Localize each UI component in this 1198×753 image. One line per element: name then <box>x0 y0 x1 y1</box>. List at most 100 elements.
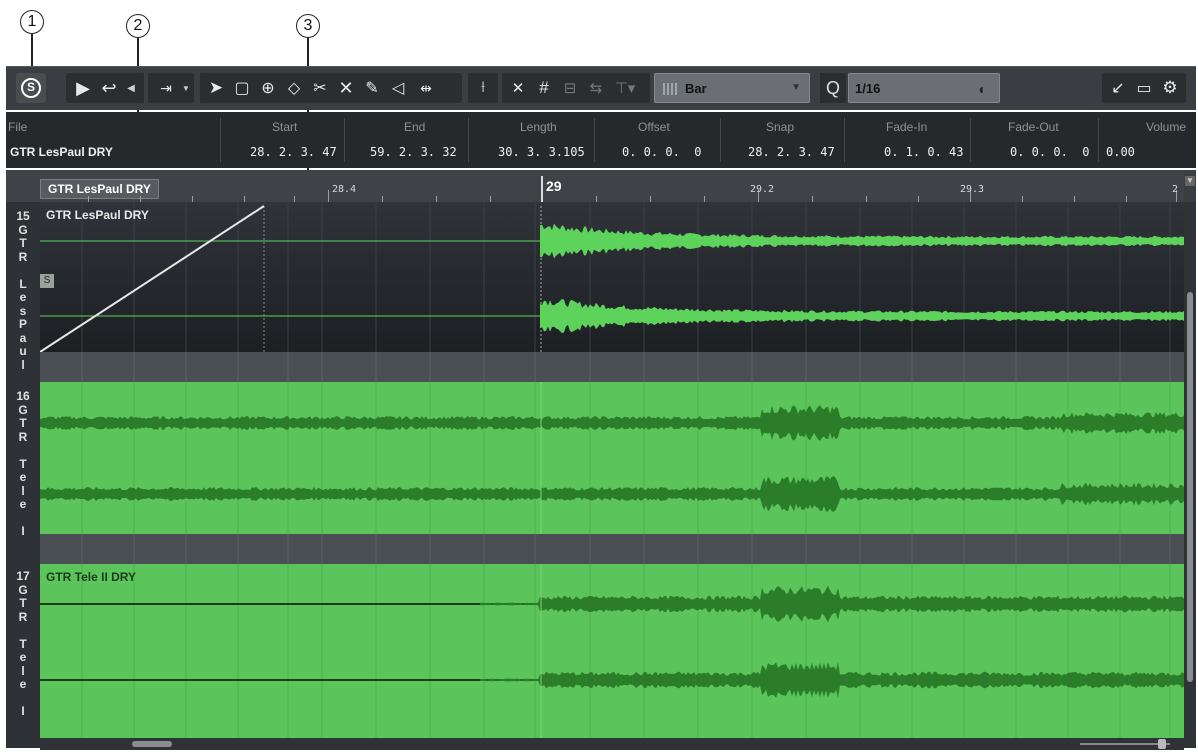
quantize-preset-icon: ◐ <box>978 81 987 97</box>
play-icon[interactable]: ▶ <box>72 73 94 103</box>
info-end-header: End <box>404 120 426 134</box>
track-letter: s <box>19 303 27 318</box>
chevron-down-icon[interactable]: ▼ <box>1185 176 1195 186</box>
fade-in-curve <box>40 205 265 352</box>
track-letter: G <box>18 222 28 237</box>
grid-type-select[interactable]: Bar ▼ <box>654 73 810 103</box>
grid-type-label: Bar <box>685 81 707 96</box>
track-letter: l <box>21 357 25 372</box>
warp-tool-icon[interactable]: ⇹ <box>412 73 440 103</box>
window-icon[interactable]: ▭ <box>1132 73 1156 103</box>
track-letter: R <box>18 609 28 624</box>
track-number: 15 <box>16 209 30 223</box>
transport-group: ▶ ↩ ◀ <box>66 73 144 103</box>
chevron-left-icon[interactable]: ◀ <box>124 73 138 103</box>
vertical-scrollbar[interactable] <box>1184 202 1196 748</box>
info-start[interactable]: Start 28. 2. 3. 47 <box>220 112 344 168</box>
ruler-label: 29.3 <box>960 184 985 195</box>
info-file-header: File <box>8 120 28 134</box>
info-fade-out[interactable]: Fade-Out 0. 0. 0. 0 <box>970 112 1098 168</box>
info-fade-out-value: 0. 0. 0. 0 <box>1010 145 1090 159</box>
info-file[interactable]: File GTR LesPaul DRY <box>6 112 220 168</box>
track-letter <box>6 692 40 706</box>
info-offset[interactable]: Offset 0. 0. 0. 0 <box>594 112 720 168</box>
quantize-button[interactable]: Q <box>820 73 846 103</box>
info-fade-out-header: Fade-Out <box>1008 120 1059 134</box>
track-letter: T <box>19 596 27 610</box>
track-letter: e <box>19 677 27 691</box>
event-title: GTR Tele II DRY <box>46 570 137 584</box>
horizontal-scroll-thumb[interactable] <box>132 741 172 747</box>
quantize-value: 1/16 <box>855 81 881 96</box>
track-16-label[interactable]: 16 G T R T e l e I <box>6 389 40 539</box>
callout-3: 3 <box>296 14 320 38</box>
erase-tool-icon[interactable]: ◇ <box>282 73 306 103</box>
info-fade-in[interactable]: Fade-In 0. 1. 0. 43 <box>844 112 970 168</box>
info-offset-value: 0. 0. 0. 0 <box>622 145 702 159</box>
info-start-value: 28. 2. 3. 47 <box>250 145 337 159</box>
grid-relative-icon[interactable]: ⊟ <box>558 73 582 103</box>
track-letter: e <box>19 290 27 304</box>
info-volume-value: 0.00 <box>1106 145 1135 159</box>
snap-icon[interactable]: ✕ <box>506 73 530 103</box>
tools-group: ➤ ▢ ⊕ ◇ ✂ ✕ ✎ ◁ ⇹ <box>200 73 462 103</box>
info-length-header: Length <box>520 120 557 134</box>
track-letter: l <box>21 663 25 678</box>
track-17-label[interactable]: 17 G T R T e l e I <box>6 569 40 719</box>
waveform-band <box>480 662 1184 698</box>
track-letter: e <box>19 497 27 511</box>
zoom-tool-icon[interactable]: ⊕ <box>256 73 280 103</box>
track-number: 16 <box>16 389 30 403</box>
zoom-slider-track[interactable] <box>1080 743 1170 745</box>
track-strip: 15 G T R L e s P a u l 16 G T R T e l e … <box>6 202 40 748</box>
info-snap-value: 28. 2. 3. 47 <box>748 145 835 159</box>
info-end[interactable]: End 59. 2. 3. 32 <box>344 112 468 168</box>
track-letter: e <box>19 470 27 484</box>
scissors-tool-icon[interactable]: ✂ <box>308 73 332 103</box>
ruler[interactable]: GTR LesPaul DRY 28.4 29 29.2 29.3 2 <box>6 170 1184 202</box>
track-17-waveform <box>40 564 1184 744</box>
track-letter: e <box>19 650 27 664</box>
grid-icon[interactable]: # <box>532 73 556 103</box>
range-tool-icon[interactable]: ▢ <box>230 73 254 103</box>
loop-icon[interactable]: ↩ <box>96 73 122 103</box>
play-tool-icon[interactable]: ◁ <box>386 73 410 103</box>
track-16-lane[interactable] <box>40 382 1184 534</box>
solo-icon: S <box>21 78 41 98</box>
vertical-scroll-thumb[interactable] <box>1187 292 1193 682</box>
collapse-icon[interactable]: ↙ <box>1106 73 1130 103</box>
track-17-lane[interactable]: GTR Tele II DRY <box>40 564 1184 744</box>
solo-tag: S <box>40 274 54 288</box>
track-letter: P <box>18 317 27 331</box>
shuffle-icon[interactable]: ⇆ <box>584 73 608 103</box>
chevron-down-icon[interactable]: ▼ <box>180 73 192 103</box>
waveform-band <box>40 476 1184 512</box>
track-letter: T <box>19 456 27 471</box>
autoscroll-icon[interactable]: ⇥ <box>152 73 180 103</box>
track-letter: I <box>21 704 25 718</box>
track-15-lane[interactable]: GTR LesPaul DRY S <box>40 202 1184 352</box>
info-length[interactable]: Length 30. 3. 3.105 <box>468 112 594 168</box>
track-letter <box>6 624 40 638</box>
snap-zero-crossing-icon[interactable]: ⟊ <box>471 73 495 103</box>
ruler-label: 28.4 <box>332 184 357 195</box>
ruler-label: 2 <box>1172 184 1179 195</box>
gear-icon[interactable]: ⚙ <box>1158 73 1182 103</box>
toolbar: S ▶ ↩ ◀ ⇥ ▼ ➤ ▢ ⊕ ◇ ✂ ✕ ✎ ◁ ⇹ ⟊ ✕ # ⊟ ⇆ … <box>6 66 1196 110</box>
horizontal-scrollbar[interactable] <box>40 738 1184 750</box>
track-letter: R <box>18 249 28 264</box>
info-volume-header: Volume <box>1146 120 1187 134</box>
info-snap[interactable]: Snap 28. 2. 3. 47 <box>720 112 844 168</box>
track-letter: I <box>21 524 25 538</box>
zoom-slider-handle[interactable] <box>1158 739 1166 749</box>
solo-editor-button[interactable]: S <box>16 73 46 103</box>
quantize-select[interactable]: 1/16 ◐ <box>848 73 1000 103</box>
magnet-icon[interactable]: ⊤▾ <box>610 73 640 103</box>
info-volume[interactable]: Volume 0.00 <box>1098 112 1196 168</box>
track-15-label[interactable]: 15 G T R L e s P a u l <box>6 209 40 372</box>
callout-2: 2 <box>126 14 150 38</box>
draw-tool-icon[interactable]: ✎ <box>360 73 384 103</box>
arrow-tool-icon[interactable]: ➤ <box>204 73 228 103</box>
mute-tool-icon[interactable]: ✕ <box>334 73 358 103</box>
ruler-corner: ▼ <box>1184 170 1196 202</box>
